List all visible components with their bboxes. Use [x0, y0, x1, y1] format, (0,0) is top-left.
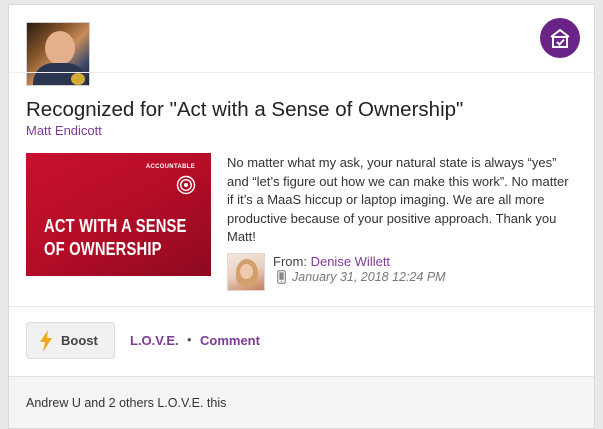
- action-separator: •: [187, 332, 192, 347]
- recognition-house-icon[interactable]: [540, 18, 580, 58]
- sender-avatar[interactable]: [227, 253, 265, 291]
- from-line: From: Denise Willett: [273, 254, 390, 269]
- date-text: January 31, 2018 12:24 PM: [292, 270, 446, 284]
- sender-link[interactable]: Denise Willett: [311, 254, 390, 269]
- comment-button[interactable]: Comment: [200, 333, 260, 348]
- recipient-link[interactable]: Matt Endicott: [26, 123, 102, 138]
- likes-footer: Andrew U and 2 others L.O.V.E. this: [9, 376, 594, 428]
- likes-summary[interactable]: Andrew U and 2 others L.O.V.E. this: [26, 396, 226, 410]
- boost-label: Boost: [61, 333, 98, 348]
- lightning-bolt-icon: [40, 329, 52, 352]
- mobile-phone-icon: [277, 270, 286, 284]
- header-divider: [9, 72, 594, 73]
- action-divider: [9, 306, 594, 307]
- value-line-2: OF OWNERSHIP: [44, 239, 162, 259]
- post-date: January 31, 2018 12:24 PM: [277, 270, 446, 284]
- value-tag: ACCOUNTABLE: [145, 164, 195, 170]
- value-line-1: ACT WITH A SENSE: [44, 216, 187, 236]
- from-label: From:: [273, 254, 307, 269]
- love-button[interactable]: L.O.V.E.: [130, 333, 179, 348]
- value-image: ACCOUNTABLE ACT WITH A SENSE OF OWNERSHI…: [26, 153, 211, 276]
- recognition-card: Recognized for "Act with a Sense of Owne…: [8, 4, 595, 429]
- recipient-avatar[interactable]: [26, 22, 90, 86]
- target-icon: [176, 175, 196, 195]
- boost-button[interactable]: Boost: [26, 322, 115, 359]
- recognition-title: Recognized for "Act with a Sense of Owne…: [26, 98, 464, 121]
- recognition-message: No matter what my ask, your natural stat…: [227, 155, 569, 244]
